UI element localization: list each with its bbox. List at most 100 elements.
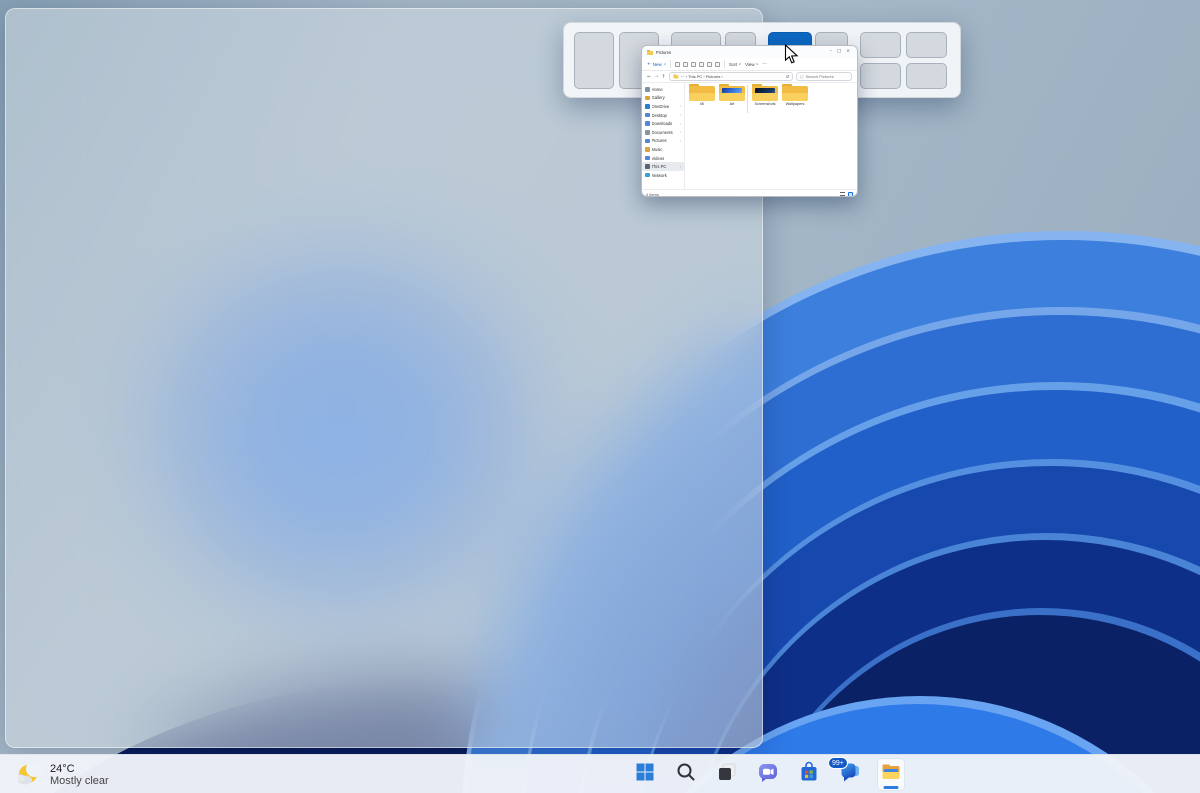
chevron-down-icon: ∨ bbox=[756, 62, 758, 66]
start-button[interactable] bbox=[632, 759, 658, 790]
sidebar-item-gallery[interactable]: Gallery bbox=[642, 94, 684, 103]
explorer-sidebar: HomeGalleryOneDrive›Desktop›Downloads›Do… bbox=[642, 83, 685, 189]
folder-tile-screenshots[interactable]: Screenshots bbox=[751, 84, 779, 106]
explorer-title-bar[interactable]: Pictures – □ × bbox=[642, 46, 857, 58]
snap-zone-grid-quarters-2[interactable] bbox=[906, 32, 947, 58]
close-button[interactable]: × bbox=[846, 49, 850, 55]
chevron-right-icon[interactable]: › bbox=[680, 130, 681, 134]
file-explorer-icon bbox=[879, 760, 903, 789]
address-input[interactable]: ⋯ › This PC › Pictures › ↺ bbox=[669, 72, 793, 81]
downloads-icon bbox=[645, 121, 650, 126]
snap-zone-grid-quarters-4[interactable] bbox=[906, 63, 947, 89]
home-icon bbox=[645, 87, 650, 92]
item-count: 4 items bbox=[646, 192, 659, 197]
sidebar-item-label: Gallery bbox=[652, 95, 682, 100]
chat-icon bbox=[756, 760, 780, 789]
folder-tile-wallpapers[interactable]: Wallpapers bbox=[781, 84, 809, 106]
sidebar-item-label: Pictures bbox=[652, 138, 678, 143]
folder-icon bbox=[689, 84, 715, 101]
chevron-right-icon[interactable]: › bbox=[680, 165, 681, 169]
sidebar-item-pictures[interactable]: Pictures› bbox=[642, 137, 684, 146]
snap-zone-two-columns-equal-1[interactable] bbox=[574, 32, 614, 89]
sidebar-item-label: Downloads bbox=[652, 121, 678, 126]
folder-icon bbox=[673, 75, 678, 79]
snap-zone-grid-quarters-1[interactable] bbox=[860, 32, 901, 58]
folder-icon bbox=[647, 50, 653, 55]
sidebar-item-label: Music bbox=[652, 147, 682, 152]
minimize-button[interactable]: – bbox=[830, 49, 832, 55]
pictures-icon bbox=[645, 139, 650, 144]
task-view-icon bbox=[715, 760, 739, 789]
explorer-file-area[interactable]: 4KArt ScreenshotsWallpapers bbox=[685, 83, 857, 189]
sidebar-item-videos[interactable]: Videos bbox=[642, 154, 684, 163]
copy-icon[interactable] bbox=[683, 62, 688, 67]
sidebar-item-music[interactable]: Music bbox=[642, 145, 684, 154]
music-icon bbox=[645, 147, 650, 152]
chevron-right-icon[interactable]: › bbox=[680, 139, 681, 143]
store-icon bbox=[797, 760, 821, 789]
weather-condition: Mostly clear bbox=[50, 775, 109, 787]
search-icon bbox=[674, 760, 698, 789]
maximize-button[interactable]: □ bbox=[837, 49, 841, 55]
sidebar-item-this-pc[interactable]: This PC› bbox=[642, 162, 684, 171]
sidebar-item-network[interactable]: Network bbox=[642, 171, 684, 180]
start-icon bbox=[633, 760, 657, 789]
sidebar-item-home[interactable]: Home bbox=[642, 85, 684, 94]
notification-badge: 99+ bbox=[828, 757, 848, 769]
taskbar-icons: 99+ bbox=[632, 759, 904, 790]
sidebar-item-label: Desktop bbox=[652, 113, 678, 118]
documents-icon bbox=[645, 130, 650, 135]
thumbnail-view-icon[interactable] bbox=[848, 192, 853, 197]
plus-icon: + bbox=[647, 62, 651, 67]
folder-tile-4k[interactable]: 4K bbox=[688, 84, 716, 106]
folder-tile-art[interactable]: Art bbox=[718, 84, 746, 106]
cut-icon[interactable] bbox=[675, 62, 680, 67]
sidebar-item-documents[interactable]: Documents› bbox=[642, 128, 684, 137]
file-explorer-button[interactable] bbox=[878, 759, 904, 790]
explorer-status-bar: 4 items bbox=[642, 189, 857, 197]
rename-icon[interactable] bbox=[699, 62, 704, 67]
weather-temp: 24°C bbox=[50, 763, 109, 775]
chevron-right-icon[interactable]: › bbox=[680, 113, 681, 117]
folder-icon bbox=[782, 84, 808, 101]
refresh-icon[interactable]: ↺ bbox=[786, 74, 789, 79]
chat-button[interactable] bbox=[755, 759, 781, 790]
sidebar-item-label: Videos bbox=[652, 156, 682, 161]
search-button[interactable] bbox=[673, 759, 699, 790]
snap-zone-grid-quarters-3[interactable] bbox=[860, 63, 901, 89]
store-button[interactable] bbox=[796, 759, 822, 790]
new-button[interactable]: + New ∨ bbox=[647, 62, 666, 67]
task-view-button[interactable] bbox=[714, 759, 740, 790]
sidebar-item-label: OneDrive bbox=[652, 104, 678, 109]
sidebar-item-label: Documents bbox=[652, 130, 678, 135]
chevron-right-icon[interactable]: › bbox=[680, 122, 681, 126]
sidebar-item-desktop[interactable]: Desktop› bbox=[642, 111, 684, 120]
back-button[interactable]: ← bbox=[647, 74, 651, 80]
search-input[interactable]: ○ Search Pictures bbox=[796, 72, 852, 81]
explorer-address-bar: ← → ↑ ⋯ › This PC › Pictures › ↺ ○ Searc… bbox=[642, 71, 857, 83]
file-explorer-window[interactable]: Pictures – □ × + New ∨ Sort ∨ View ∨ bbox=[641, 45, 858, 197]
paste-icon[interactable] bbox=[691, 62, 696, 67]
taskbar: 24°C Mostly clear 99+ bbox=[0, 754, 1200, 793]
up-button[interactable]: ↑ bbox=[661, 74, 665, 80]
view-button[interactable]: View ∨ bbox=[745, 62, 758, 67]
sidebar-item-onedrive[interactable]: OneDrive› bbox=[642, 102, 684, 111]
share-icon[interactable] bbox=[707, 62, 712, 67]
folder-icon bbox=[752, 84, 778, 101]
forward-button[interactable]: → bbox=[654, 74, 658, 80]
details-view-icon[interactable] bbox=[840, 192, 845, 196]
teams-button[interactable]: 99+ bbox=[837, 759, 863, 790]
breadcrumb[interactable]: ⋯ › This PC › Pictures › bbox=[681, 74, 784, 79]
sidebar-item-downloads[interactable]: Downloads› bbox=[642, 119, 684, 128]
sidebar-item-label: This PC bbox=[652, 164, 678, 169]
videos-icon bbox=[645, 156, 650, 161]
mostly-clear-icon bbox=[16, 762, 42, 788]
more-button[interactable]: ⋯ bbox=[762, 62, 767, 67]
folder-name: Wallpapers bbox=[781, 102, 809, 106]
weather-widget[interactable]: 24°C Mostly clear bbox=[10, 758, 115, 791]
delete-icon[interactable] bbox=[715, 62, 720, 67]
chevron-right-icon[interactable]: › bbox=[680, 104, 681, 108]
sidebar-item-label: Home bbox=[652, 87, 682, 92]
folder-name: Art bbox=[718, 102, 746, 106]
sort-button[interactable]: Sort ∨ bbox=[729, 62, 741, 67]
